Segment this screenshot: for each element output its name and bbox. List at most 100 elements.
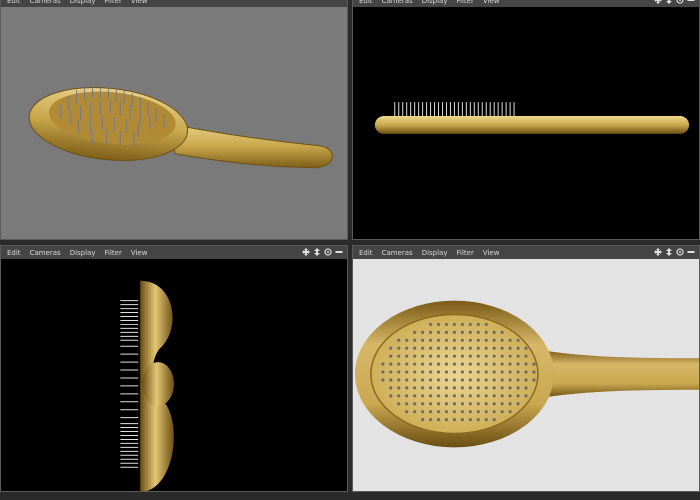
- top-scene[interactable]: [353, 259, 699, 491]
- bristle-dot: [492, 386, 496, 390]
- bristle-dot: [444, 330, 449, 334]
- menu-view[interactable]: View: [483, 0, 500, 5]
- bristle-dot: [405, 394, 409, 398]
- menu-edit[interactable]: Edit: [7, 0, 21, 5]
- bristle-dot: [508, 410, 512, 414]
- zoom-icon[interactable]: [676, 0, 684, 4]
- bristle-dot: [421, 378, 425, 382]
- bristle-dot: [436, 394, 441, 398]
- front-brush: [120, 280, 174, 491]
- menu-cameras[interactable]: Cameras: [382, 0, 413, 5]
- bristle-dot: [460, 418, 464, 422]
- bristle-dot: [428, 410, 433, 414]
- bristle-dot: [460, 322, 464, 327]
- bristle-dot: [436, 354, 441, 358]
- dolly-icon[interactable]: [665, 0, 673, 4]
- maximize-icon[interactable]: [687, 0, 695, 4]
- menu-filter[interactable]: Filter: [457, 249, 474, 257]
- bristle-dot: [492, 338, 496, 342]
- menu-cameras[interactable]: Cameras: [30, 0, 61, 5]
- bristle-dot: [468, 330, 472, 334]
- bristle-dot: [444, 354, 449, 358]
- bristle-dot: [484, 394, 488, 398]
- viewport-controls: [302, 247, 343, 256]
- front-scene[interactable]: [1, 259, 347, 491]
- bristle-dot: [444, 322, 449, 327]
- bristle-dot: [508, 370, 512, 374]
- bristle-dot: [460, 354, 464, 358]
- viewport-grid: Edit Cameras Display Filter View Edit Ca…: [0, 0, 700, 500]
- zoom-icon[interactable]: [676, 247, 684, 256]
- zoom-icon[interactable]: [324, 247, 332, 256]
- bristle-dot: [460, 370, 464, 374]
- menu-view[interactable]: View: [131, 0, 148, 5]
- top-viewport[interactable]: Edit Cameras Display Filter View: [352, 245, 700, 492]
- bristle-dot: [500, 386, 504, 390]
- bristle-dot: [444, 378, 449, 382]
- bristle-dot: [389, 394, 393, 398]
- bristle-dot: [452, 330, 457, 334]
- bristle-dot: [500, 370, 504, 374]
- bristle-dot: [452, 370, 457, 374]
- bristle-dot: [492, 418, 496, 422]
- menu-display[interactable]: Display: [422, 249, 448, 257]
- front-viewport[interactable]: Edit Cameras Display Filter View: [0, 245, 348, 492]
- bristle-dot: [476, 322, 480, 327]
- bristle-dot: [397, 402, 401, 406]
- bristle-dot: [397, 386, 401, 390]
- perspective-scene[interactable]: [1, 7, 347, 239]
- menu-filter[interactable]: Filter: [457, 0, 474, 5]
- bristle-dot: [428, 370, 433, 374]
- bristle-dot: [452, 394, 457, 398]
- menu-cameras[interactable]: Cameras: [382, 249, 413, 257]
- maximize-icon[interactable]: [687, 247, 695, 256]
- side-scene[interactable]: [353, 7, 699, 239]
- bristle-dot: [428, 418, 433, 422]
- maximize-icon[interactable]: [335, 247, 343, 256]
- menu-filter[interactable]: Filter: [105, 249, 122, 257]
- bristle-dot: [436, 322, 441, 327]
- bristle-dot: [428, 338, 433, 342]
- bristle-dot: [428, 402, 433, 406]
- bristle-dot: [397, 346, 401, 350]
- bristle-dot: [492, 330, 496, 334]
- bristle-dot: [436, 402, 441, 406]
- dolly-icon[interactable]: [665, 247, 673, 256]
- bristle-dot: [421, 418, 425, 422]
- menu-display[interactable]: Display: [422, 0, 448, 5]
- bristle-dot: [389, 354, 393, 358]
- bristle-dot: [436, 410, 441, 414]
- move-icon[interactable]: [654, 0, 662, 4]
- menu-view[interactable]: View: [483, 249, 500, 257]
- bristle-dot: [508, 394, 512, 398]
- bristle-dot: [492, 354, 496, 358]
- bristle-dot: [452, 338, 457, 342]
- menu-edit[interactable]: Edit: [359, 249, 373, 257]
- bristle-dot: [444, 346, 449, 350]
- menu-edit[interactable]: Edit: [359, 0, 373, 5]
- side-viewport[interactable]: Edit Cameras Display Filter View: [352, 0, 700, 240]
- bristle-dot: [436, 386, 441, 390]
- bristle-dot: [436, 418, 441, 422]
- menu-display[interactable]: Display: [70, 249, 96, 257]
- bristle-dot: [500, 346, 504, 350]
- bristle-dot: [532, 370, 536, 374]
- menu-cameras[interactable]: Cameras: [30, 249, 61, 257]
- bristle-dot: [460, 378, 464, 382]
- menu-view[interactable]: View: [131, 249, 148, 257]
- menu-edit[interactable]: Edit: [7, 249, 21, 257]
- bristle-dot: [476, 362, 480, 366]
- bristle-dot: [421, 330, 425, 334]
- menu-display[interactable]: Display: [70, 0, 96, 5]
- bristle-dot: [524, 346, 528, 350]
- bristle-dot: [484, 346, 488, 350]
- move-icon[interactable]: [302, 247, 310, 256]
- dolly-icon[interactable]: [313, 247, 321, 256]
- bristle-dot: [516, 402, 520, 406]
- bristle-dot: [436, 346, 441, 350]
- move-icon[interactable]: [654, 247, 662, 256]
- menu-filter[interactable]: Filter: [105, 0, 122, 5]
- perspective-viewport[interactable]: Edit Cameras Display Filter View: [0, 0, 348, 240]
- bristle-dot: [476, 330, 480, 334]
- bristle-dot: [452, 410, 457, 414]
